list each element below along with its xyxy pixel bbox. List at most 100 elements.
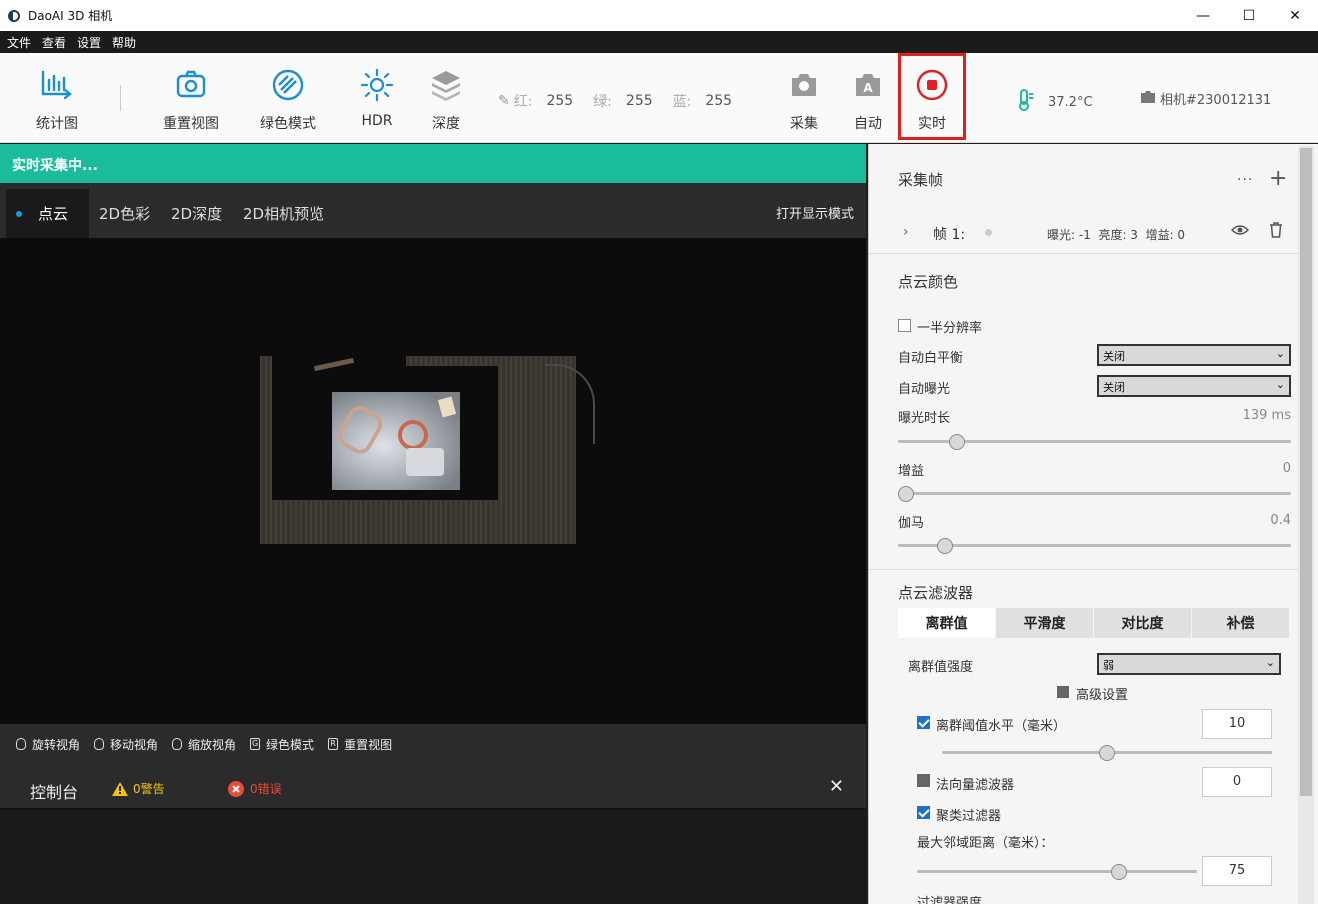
hdr-button[interactable]: HDR <box>339 65 415 129</box>
ae-select[interactable]: 关闭 ⌄ <box>1097 375 1291 397</box>
divider <box>869 569 1299 570</box>
tab-2d-camera-preview[interactable]: 2D相机预览 <box>233 189 334 238</box>
depth-label: 深度 <box>432 116 460 132</box>
gain-slider[interactable] <box>898 486 1291 502</box>
console-log <box>0 810 866 904</box>
filter-tabs: 离群值 平滑度 对比度 补偿 <box>898 608 1290 638</box>
menu-file[interactable]: 文件 <box>7 34 31 51</box>
awb-label: 自动白平衡 <box>898 351 964 366</box>
neighbor-slider[interactable] <box>917 864 1197 880</box>
cluster-filter-label: 聚类过滤器 <box>936 809 1002 824</box>
gain-label: 增益 <box>898 464 925 479</box>
frames-add-button[interactable]: + <box>1269 166 1287 191</box>
maximize-button[interactable]: ☐ <box>1226 0 1272 31</box>
reset-view-button[interactable]: 重置视图 <box>153 65 229 133</box>
slider-knob[interactable] <box>937 538 954 554</box>
frames-more-button[interactable]: ··· <box>1237 172 1253 188</box>
camera-id: 相机#230012131 <box>1160 93 1272 108</box>
filter-title: 点云滤波器 <box>898 584 974 602</box>
gamma-value: 0.4 <box>1270 513 1291 528</box>
filter-strength-label: 过滤器强度 <box>917 896 983 904</box>
temperature-readout: 37.2°C <box>1016 89 1093 115</box>
reset-view-label: 重置视图 <box>163 116 219 132</box>
advanced-label: 高级设置 <box>1076 688 1129 703</box>
gamma-label: 伽马 <box>898 516 925 531</box>
awb-select[interactable]: 关闭 ⌄ <box>1097 344 1291 366</box>
half-res-checkbox[interactable] <box>898 319 911 332</box>
toolbar-separator <box>120 85 121 111</box>
rgb-readout: ✎ 红: 255 绿: 255 蓝: 255 <box>498 91 748 111</box>
normal-filter-input[interactable]: 0 <box>1202 767 1272 797</box>
console-title: 控制台 <box>30 783 79 802</box>
temperature-value: 37.2°C <box>1048 94 1093 110</box>
chart-icon <box>39 65 75 105</box>
console-close-button[interactable]: ✕ <box>829 776 844 797</box>
chevron-down-icon: ⌄ <box>1265 656 1275 669</box>
cluster-filter-checkbox[interactable] <box>917 806 930 819</box>
advanced-checkbox[interactable] <box>1057 686 1069 698</box>
gamma-slider[interactable] <box>898 538 1291 554</box>
layers-icon <box>429 65 463 105</box>
threshold-input[interactable]: 10 <box>1202 709 1272 739</box>
frame-label: 帧 1: <box>933 227 966 243</box>
close-button[interactable]: ✕ <box>1272 0 1318 31</box>
tab-point-cloud-label: 点云 <box>38 205 69 223</box>
tab-contrast[interactable]: 对比度 <box>1094 608 1192 638</box>
thermometer-icon <box>1016 89 1034 115</box>
tab-smoothness[interactable]: 平滑度 <box>996 608 1094 638</box>
stats-button[interactable]: 统计图 <box>19 65 95 133</box>
menu-help[interactable]: 帮助 <box>112 34 136 51</box>
tab-compensation[interactable]: 补偿 <box>1192 608 1290 638</box>
trash-icon[interactable] <box>1269 222 1283 242</box>
window-title: DaoAI 3D 相机 <box>28 9 113 23</box>
scrollbar-thumb[interactable] <box>1300 148 1312 796</box>
threshold-label: 离群阈值水平（毫米） <box>936 719 1067 734</box>
green-mode-button[interactable]: 绿色模式 <box>250 65 326 133</box>
error-icon <box>228 780 244 797</box>
point-cloud-viewport[interactable] <box>0 238 866 724</box>
half-res-label: 一半分辨率 <box>917 321 983 336</box>
toolbar: 统计图 重置视图 绿色模式 HDR 深度 ✎ 红: 255 绿: 255 蓝: … <box>0 53 1318 143</box>
auto-camera-icon: A <box>852 65 884 105</box>
camera-id-readout: 相机#230012131 <box>1140 89 1271 108</box>
exposure-slider[interactable] <box>898 434 1291 450</box>
hint-reset-view: R 重置视图 <box>328 736 392 753</box>
tab-outlier[interactable]: 离群值 <box>898 608 996 638</box>
slider-knob[interactable] <box>948 434 965 450</box>
display-mode-button[interactable]: 打开显示模式 <box>776 203 854 222</box>
tab-point-cloud[interactable]: 点云 <box>6 189 89 238</box>
realtime-highlight-frame <box>898 53 966 140</box>
eye-icon[interactable] <box>1230 223 1250 241</box>
exposure-label: 曝光时长 <box>898 411 951 426</box>
errors-badge[interactable]: 0错误 <box>228 780 282 797</box>
frame-row[interactable]: › 帧 1: 曝光: -1 亮度: 3 增益: 0 <box>869 214 1297 252</box>
chevron-right-icon[interactable]: › <box>903 224 909 240</box>
threshold-checkbox[interactable] <box>917 716 930 729</box>
tab-2d-depth[interactable]: 2D深度 <box>161 189 232 238</box>
menu-settings[interactable]: 设置 <box>77 34 101 51</box>
neighbor-input[interactable]: 75 <box>1202 856 1272 886</box>
slider-knob[interactable] <box>1099 745 1115 761</box>
eyedropper-icon[interactable]: ✎ <box>498 93 510 109</box>
slider-knob[interactable] <box>898 486 914 502</box>
hdr-label: HDR <box>361 113 393 129</box>
svg-text:A: A <box>863 81 873 95</box>
tab-2d-color[interactable]: 2D色彩 <box>89 189 160 238</box>
mouse-left-icon <box>16 738 26 750</box>
point-cloud-scene <box>260 356 595 544</box>
minimize-button[interactable]: — <box>1180 0 1226 31</box>
depth-button[interactable]: 深度 <box>408 65 484 133</box>
slider-knob[interactable] <box>1110 864 1127 880</box>
view-hints-bar: 旋转视角 移动视角 缩放视角 G 绿色模式 R 重置视图 <box>0 724 866 764</box>
panel-scrollbar[interactable] <box>1298 146 1314 904</box>
camera-icon <box>788 65 820 105</box>
hint-zoom: 缩放视角 <box>172 736 236 753</box>
menu-bar: 文件 查看 设置 帮助 <box>0 31 1318 53</box>
threshold-slider[interactable] <box>942 745 1272 761</box>
normal-filter-checkbox[interactable] <box>917 774 930 787</box>
hint-rotate: 旋转视角 <box>16 736 80 753</box>
green-mode-label: 绿色模式 <box>260 116 316 132</box>
warnings-badge[interactable]: 0警告 <box>112 780 165 797</box>
strength-select[interactable]: 弱 ⌄ <box>1097 653 1281 675</box>
menu-view[interactable]: 查看 <box>42 34 66 51</box>
